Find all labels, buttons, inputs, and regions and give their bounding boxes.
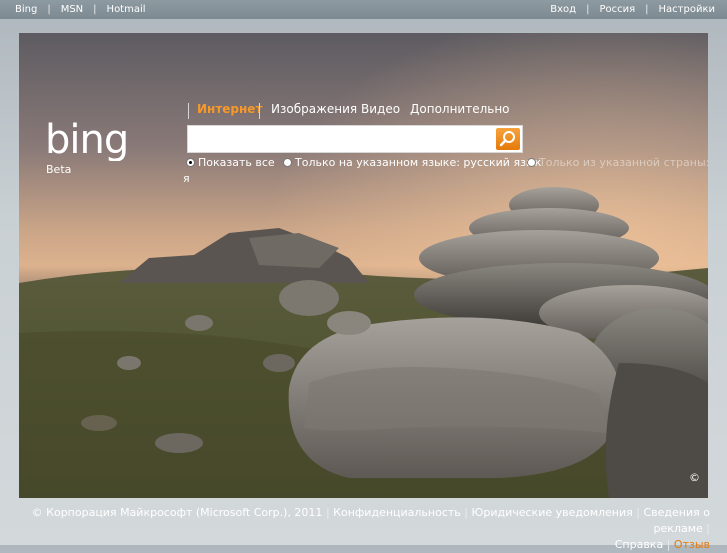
tab-images[interactable]: Изображения xyxy=(271,102,357,116)
scope-wrapped-text: я xyxy=(183,172,190,185)
search-button[interactable] xyxy=(496,128,520,150)
privacy-link[interactable]: Конфиденциальность xyxy=(333,506,461,519)
tab-video[interactable]: Видео xyxy=(361,102,400,116)
separator: | xyxy=(586,4,590,15)
search-icon xyxy=(499,131,515,147)
image-copyright-icon[interactable]: © xyxy=(689,471,700,484)
scope-option-label: Только из указанной страны: Россия xyxy=(539,156,708,169)
scope-option-label: Только на указанном языке: русский язык xyxy=(295,156,542,169)
tab-more[interactable]: Дополнительно xyxy=(410,102,510,116)
radio-selected[interactable] xyxy=(186,158,195,167)
top-navigation-bar: Bing | MSN | Hotmail Вход | Россия | Настройки xyxy=(0,0,727,19)
background-photo: bing Beta Интернет Изображения Видео Доп… xyxy=(19,33,708,498)
footer-line-1: © Корпорация Майкрософт (Microsoft Corp.… xyxy=(10,505,710,537)
separator: | xyxy=(93,4,97,15)
separator: | xyxy=(464,506,468,519)
hotmail-link[interactable]: Hotmail xyxy=(107,4,146,15)
region-link[interactable]: Россия xyxy=(599,4,635,15)
search-box xyxy=(187,125,523,153)
bing-logo[interactable]: bing xyxy=(45,121,165,161)
bing-link[interactable]: Bing xyxy=(15,4,37,15)
footer: © Корпорация Майкрософт (Microsoft Corp.… xyxy=(10,505,710,553)
settings-link[interactable]: Настройки xyxy=(659,4,715,15)
top-left-links: Bing | MSN | Hotmail xyxy=(15,0,146,19)
footer-line-2: Справка | Отзыв xyxy=(10,537,710,553)
separator: | xyxy=(47,4,51,15)
separator: | xyxy=(636,506,640,519)
logo-text: bing xyxy=(45,121,128,161)
separator: | xyxy=(645,4,649,15)
tab-web[interactable]: Интернет xyxy=(197,102,262,116)
legal-link[interactable]: Юридические уведомления xyxy=(471,506,632,519)
tab-divider xyxy=(259,103,260,119)
sign-in-link[interactable]: Вход xyxy=(550,4,576,15)
search-input[interactable] xyxy=(192,129,496,151)
copyright-text: © Корпорация Майкрософт (Microsoft Corp.… xyxy=(31,506,323,519)
tab-divider xyxy=(188,103,189,119)
advertising-link[interactable]: Сведения о рекламе xyxy=(644,506,711,535)
radio-unselected[interactable] xyxy=(283,158,292,167)
scope-option-label: Показать все xyxy=(198,156,275,169)
separator: | xyxy=(706,522,710,535)
beta-label: Beta xyxy=(46,163,72,176)
radio-unselected[interactable] xyxy=(527,158,536,167)
top-right-links: Вход | Россия | Настройки xyxy=(550,0,715,19)
separator: | xyxy=(325,506,330,519)
msn-link[interactable]: MSN xyxy=(61,4,83,15)
